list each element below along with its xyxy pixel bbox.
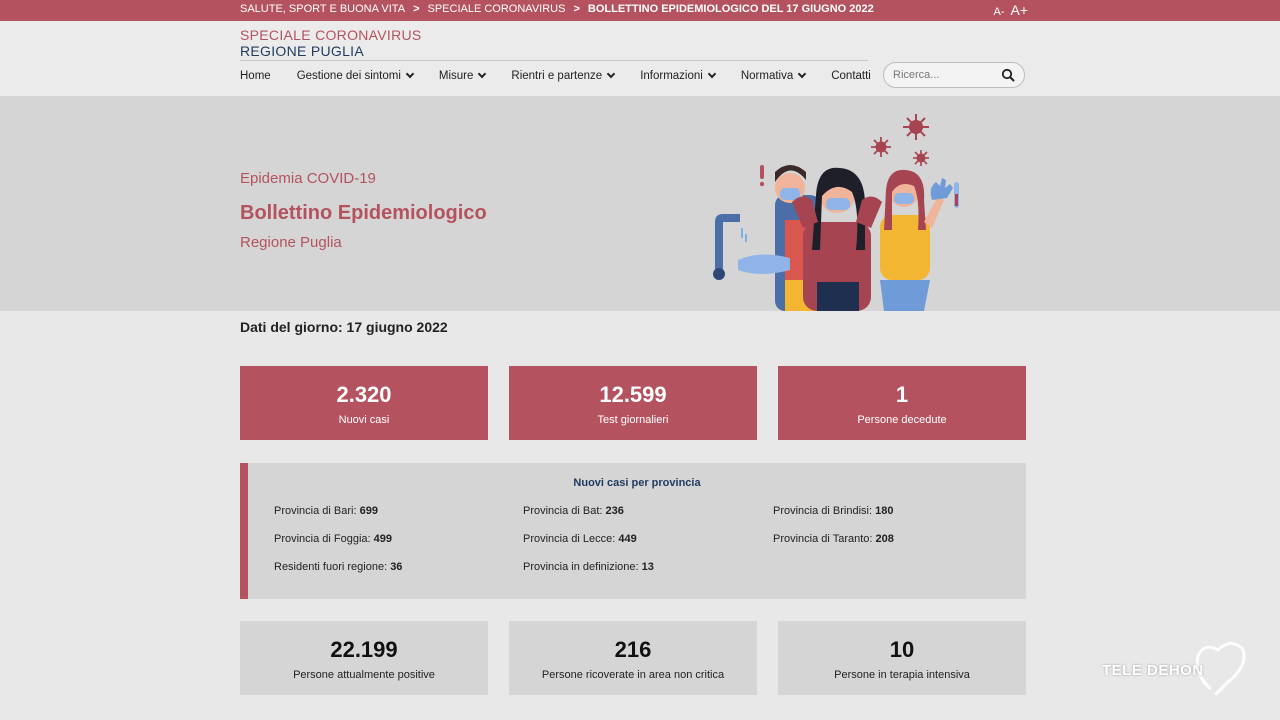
breadcrumb: SALUTE, SPORT E BUONA VITA > SPECIALE CO…	[240, 3, 874, 15]
chevron-down-icon	[606, 69, 616, 79]
nav-misure-label: Misure	[438, 70, 474, 82]
nav-informazioni-label: Informazioni	[640, 70, 703, 82]
stat-card-ricoverate-non-critica: 216 Persone ricoverate in area non criti…	[509, 621, 757, 695]
top-bar: SALUTE, SPORT E BUONA VITA > SPECIALE CO…	[0, 0, 1280, 21]
tele-dehon-watermark: TELE DEHON	[1098, 636, 1248, 696]
site-header: SPECIALE CORONAVIRUS REGIONE PUGLIA Home…	[0, 21, 1280, 96]
nav-contatti[interactable]: Contatti	[831, 70, 871, 82]
nav-gestione-label: Gestione dei sintomi	[296, 70, 401, 82]
stat-card-test-giornalieri: 12.599 Test giornalieri	[509, 366, 757, 440]
province-item: Provincia di Lecce: 449	[523, 533, 637, 545]
breadcrumb-current: BOLLETTINO EPIDEMIOLOGICO DEL 17 GIUGNO …	[587, 3, 874, 15]
province-label: Residenti fuori regione:	[274, 561, 388, 573]
site-brand[interactable]: SPECIALE CORONAVIRUS REGIONE PUGLIA	[240, 27, 422, 59]
nav-normativa[interactable]: Normativa	[740, 69, 807, 82]
stat-label: Nuovi casi	[338, 414, 390, 426]
stat-label: Persone attualmente positive	[293, 669, 435, 681]
province-value: 699	[359, 505, 378, 517]
province-label: Provincia in definizione:	[523, 561, 639, 573]
province-item: Provincia di Bari: 699	[274, 505, 378, 517]
breadcrumb-separator: >	[573, 3, 580, 15]
search-input[interactable]	[893, 69, 993, 81]
stat-value: 1	[895, 382, 909, 407]
watermark-text: TELE DEHON	[1102, 662, 1204, 679]
province-item: Provincia di Bat: 236	[523, 505, 624, 517]
virus-icon	[871, 137, 891, 157]
province-item: Residenti fuori regione: 36	[274, 561, 402, 573]
stat-label: Persone decedute	[857, 414, 947, 426]
stat-label: Persone in terapia intensiva	[834, 669, 970, 681]
nav-gestione-sintomi[interactable]: Gestione dei sintomi	[296, 69, 415, 82]
brand-divider	[240, 60, 868, 61]
nav-normativa-label: Normativa	[740, 70, 794, 82]
nav-contatti-label: Contatti	[831, 70, 871, 82]
province-value: 13	[641, 561, 654, 573]
font-smaller-button[interactable]: A-	[993, 6, 1004, 18]
breadcrumb-separator: >	[413, 3, 420, 15]
virus-icon	[913, 150, 929, 166]
province-value: 236	[605, 505, 624, 517]
province-label: Provincia di Foggia:	[274, 533, 371, 545]
nav-rientri-label: Rientri e partenze	[511, 70, 603, 82]
chevron-down-icon	[405, 69, 415, 79]
stat-value: 10	[889, 637, 915, 662]
breadcrumb-speciale[interactable]: SPECIALE CORONAVIRUS	[428, 3, 566, 15]
chevron-down-icon	[478, 69, 487, 79]
nav-informazioni[interactable]: Informazioni	[640, 69, 717, 82]
province-label: Provincia di Brindisi:	[773, 505, 873, 517]
font-larger-button[interactable]: A+	[1010, 2, 1028, 18]
province-label: Provincia di Bat:	[523, 505, 603, 517]
province-item: Provincia di Brindisi: 180	[773, 505, 893, 517]
province-value: 449	[618, 533, 637, 545]
stat-value: 216	[614, 637, 652, 662]
brand-line-2: REGIONE PUGLIA	[240, 43, 365, 59]
province-item: Provincia in definizione: 13	[523, 561, 654, 573]
stat-card-attualmente-positive: 22.199 Persone attualmente positive	[240, 621, 488, 695]
hero-banner: Epidemia COVID-19 Bollettino Epidemiolog…	[0, 96, 1280, 311]
hero-eyebrow: Epidemia COVID-19	[240, 170, 376, 187]
stat-card-nuovi-casi: 2.320 Nuovi casi	[240, 366, 488, 440]
stat-label: Persone ricoverate in area non critica	[541, 669, 725, 681]
breadcrumb-salute[interactable]: SALUTE, SPORT E BUONA VITA	[240, 3, 405, 15]
province-label: Provincia di Bari:	[274, 505, 357, 517]
stat-card-persone-decedute: 1 Persone decedute	[778, 366, 1026, 440]
page-subtitle: Regione Puglia	[240, 234, 342, 251]
brand-line-1: SPECIALE CORONAVIRUS	[240, 27, 422, 43]
province-panel: Nuovi casi per provincia Provincia di Ba…	[240, 463, 1026, 599]
search-box	[883, 62, 1025, 88]
nav-home-label: Home	[240, 70, 271, 82]
province-item: Provincia di Taranto: 208	[773, 533, 894, 545]
nav-misure[interactable]: Misure	[438, 69, 487, 82]
stat-card-terapia-intensiva: 10 Persone in terapia intensiva	[778, 621, 1026, 695]
main-nav: Home Gestione dei sintomi Misure Rientri…	[240, 69, 871, 82]
search-icon[interactable]	[1001, 68, 1015, 82]
font-size-controls: A- A+	[993, 2, 1028, 18]
nav-rientri-partenze[interactable]: Rientri e partenze	[511, 69, 616, 82]
stat-value: 2.320	[336, 382, 392, 407]
chevron-down-icon	[707, 69, 717, 79]
stat-value: 12.599	[599, 382, 667, 407]
stat-value: 22.199	[330, 637, 398, 662]
province-label: Provincia di Taranto:	[773, 533, 873, 545]
province-value: 208	[875, 533, 894, 545]
date-heading: Dati del giorno: 17 giugno 2022	[240, 319, 448, 335]
province-value: 36	[390, 561, 403, 573]
page-title: Bollettino Epidemiologico	[240, 202, 487, 224]
province-label: Provincia di Lecce:	[523, 533, 616, 545]
province-panel-title: Nuovi casi per provincia	[573, 477, 701, 489]
province-item: Provincia di Foggia: 499	[274, 533, 392, 545]
province-value: 180	[875, 505, 894, 517]
virus-icon	[903, 114, 929, 140]
chevron-down-icon	[797, 69, 807, 79]
masked-people-illustration	[713, 114, 959, 311]
nav-home[interactable]: Home	[240, 70, 271, 82]
province-value: 499	[373, 533, 393, 545]
stat-label: Test giornalieri	[597, 414, 669, 426]
